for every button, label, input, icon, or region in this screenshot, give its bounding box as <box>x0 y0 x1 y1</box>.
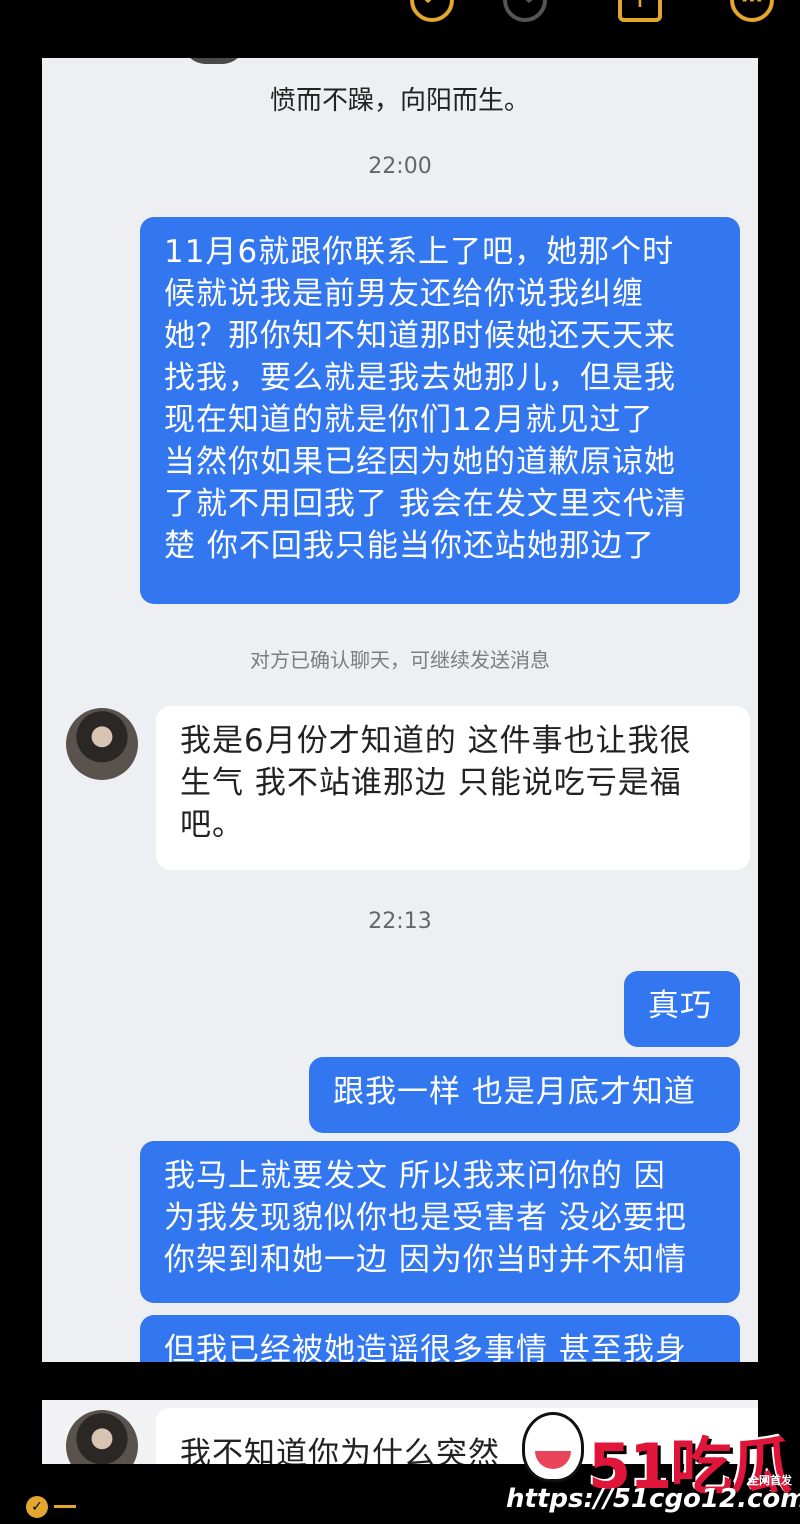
incoming-message-text: 我不知道你为什么突然 <box>180 1436 500 1464</box>
redo-icon[interactable]: ↷ <box>503 0 547 22</box>
check-icon[interactable]: ✓ <box>26 1496 48 1518</box>
contact-avatar[interactable] <box>66 708 138 780</box>
undo-icon[interactable]: ↶ <box>410 0 454 22</box>
share-icon[interactable]: ↑ <box>618 0 662 22</box>
outgoing-message[interactable]: 真巧 <box>624 971 740 1047</box>
outgoing-message[interactable]: 跟我一样 也是月底才知道 <box>309 1057 740 1133</box>
system-notice: 对方已确认聊天，可继续发送消息 <box>250 648 550 672</box>
incoming-message[interactable]: 我是6月份才知道的 这件事也让我很 生气 我不站谁那边 只能说吃亏是福 吧。 <box>156 706 750 870</box>
contact-avatar-partial <box>182 58 246 64</box>
outgoing-message[interactable]: 我马上就要发文 所以我来问你的 因 为我发现貌似你也是受害者 没必要把 你架到和… <box>140 1141 740 1303</box>
outgoing-message-partial[interactable]: 但我已经被她造谣很多事情 甚至我身 <box>140 1315 740 1362</box>
profile-caption: 愤而不躁，向阳而生。 <box>269 86 530 116</box>
more-icon[interactable]: ⋯ <box>730 0 774 22</box>
chat-screenshot: 愤而不躁，向阳而生。 22:00 11月6就跟你联系上了吧，她那个时 候就说我是… <box>42 58 758 1362</box>
dash-icon <box>54 1505 76 1508</box>
timestamp: 22:13 <box>368 909 432 934</box>
timestamp: 22:00 <box>368 154 432 179</box>
watermark-url: https://51cgo12.com <box>506 1484 800 1514</box>
watermark: 51吃瓜 全网首发 https://51cgo12.com <box>506 1408 800 1524</box>
outgoing-message[interactable]: 11月6就跟你联系上了吧，她那个时 候就说我是前男友还给你说我纠缠 她？那你知不… <box>140 217 740 604</box>
top-toolbar: ↶ ↷ ↑ ⋯ <box>0 0 800 56</box>
contact-avatar <box>66 1410 138 1464</box>
mascot-icon <box>522 1412 584 1482</box>
